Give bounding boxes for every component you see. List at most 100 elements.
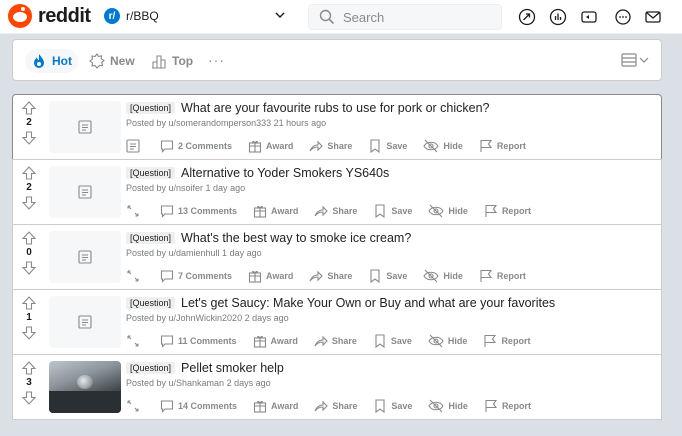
flag-icon [485, 399, 498, 412]
community-switcher[interactable]: r/ r/BBQ [104, 8, 159, 24]
post-flair[interactable]: [Question] [126, 102, 176, 114]
post-card[interactable]: 1 [Question] Let's get Saucy: Make Your … [12, 289, 662, 355]
chat-icon[interactable] [614, 8, 632, 26]
search-box[interactable] [308, 4, 502, 30]
post-flair[interactable]: [Question] [126, 167, 176, 179]
view-layout-toggle[interactable] [621, 53, 649, 67]
bookmark-icon [370, 139, 380, 153]
smoker-knob-image [77, 375, 93, 389]
post-title[interactable]: Let's get Saucy: Make Your Own or Buy an… [181, 296, 555, 310]
expand-arrows-icon [127, 335, 139, 347]
share-button[interactable]: Share [314, 204, 357, 218]
upvote-icon[interactable] [22, 166, 36, 180]
comments-button[interactable]: 11 Comments [160, 334, 237, 348]
post-card[interactable]: 0 [Question] What's the best way to smok… [12, 224, 662, 290]
post-flair[interactable]: [Question] [126, 232, 176, 244]
downvote-icon[interactable] [22, 391, 36, 405]
post-card[interactable]: 2 [Question] Alternative to Yoder Smoker… [12, 159, 662, 225]
upvote-icon[interactable] [22, 101, 36, 115]
expand-button[interactable] [126, 269, 148, 283]
post-content: [Question] Let's get Saucy: Make Your Ow… [126, 296, 653, 323]
hide-button[interactable]: Hide [423, 269, 463, 283]
message-icon[interactable] [644, 8, 662, 26]
post-thumbnail[interactable] [49, 101, 121, 153]
upvote-icon[interactable] [22, 361, 36, 375]
expand-button[interactable] [126, 139, 148, 153]
post-flair[interactable]: [Question] [126, 297, 176, 309]
downvote-icon[interactable] [22, 131, 36, 145]
post-title[interactable]: Pellet smoker help [181, 361, 284, 375]
downvote-icon[interactable] [22, 326, 36, 340]
more-options-button[interactable]: ··· [208, 52, 225, 68]
report-button[interactable]: Report [483, 334, 530, 348]
share-button[interactable]: Share [314, 334, 357, 348]
post-card[interactable]: 3 [Question] Pellet smoker help Posted b… [12, 354, 662, 420]
post-score: 2 [26, 182, 32, 193]
chevron-down-icon[interactable] [275, 10, 285, 20]
award-label: Award [271, 206, 299, 216]
hide-button[interactable]: Hide [428, 399, 468, 413]
share-button[interactable]: Share [309, 269, 352, 283]
save-button[interactable]: Save [368, 139, 407, 153]
vote-column: 3 [13, 355, 45, 419]
comments-button[interactable]: 7 Comments [160, 269, 232, 283]
award-button[interactable]: Award [253, 204, 298, 218]
text-post-icon [78, 120, 92, 134]
eye-slash-icon [428, 334, 444, 348]
sort-top-button[interactable]: Top [145, 49, 199, 73]
post-image-thumbnail[interactable] [49, 361, 121, 413]
award-button[interactable]: Award [253, 399, 298, 413]
comment-icon [160, 205, 174, 218]
expand-button[interactable] [126, 204, 148, 218]
eye-slash-icon [428, 399, 445, 413]
expand-button[interactable] [126, 334, 148, 348]
post-thumbnail[interactable] [49, 296, 121, 348]
post-card[interactable]: 2 [Question] What are your favourite rub… [12, 94, 662, 160]
post-title[interactable]: What's the best way to smoke ice cream? [181, 231, 411, 245]
sort-hot-button[interactable]: Hot [25, 49, 78, 73]
award-button[interactable]: Award [253, 334, 298, 348]
gift-icon [253, 335, 266, 348]
share-button[interactable]: Share [314, 399, 357, 413]
reddit-logo[interactable]: reddit [8, 4, 91, 28]
search-input[interactable] [343, 9, 493, 25]
report-button[interactable]: Report [479, 139, 526, 153]
post-title[interactable]: What are your favourite rubs to use for … [181, 101, 489, 115]
save-button[interactable]: Save [373, 204, 412, 218]
hide-button[interactable]: Hide [428, 334, 467, 348]
post-thumbnail[interactable] [49, 231, 121, 283]
post-content: [Question] Pellet smoker help Posted by … [126, 361, 653, 388]
save-button[interactable]: Save [368, 269, 407, 283]
downvote-icon[interactable] [22, 196, 36, 210]
report-button[interactable]: Report [484, 204, 531, 218]
upvote-icon[interactable] [22, 231, 36, 245]
report-button[interactable]: Report [484, 399, 531, 413]
hide-button[interactable]: Hide [423, 139, 463, 153]
post-thumbnail[interactable] [49, 166, 121, 218]
comments-count: 2 Comments [178, 141, 233, 151]
upvote-icon[interactable] [22, 296, 36, 310]
comments-button[interactable]: 14 Comments [160, 399, 237, 413]
vote-column: 0 [13, 225, 45, 289]
popular-icon[interactable] [518, 8, 536, 26]
save-button[interactable]: Save [373, 334, 412, 348]
award-button[interactable]: Award [248, 269, 293, 283]
sort-bar: Hot New Top ··· [12, 39, 662, 81]
downvote-icon[interactable] [22, 261, 36, 275]
post-flair[interactable]: [Question] [126, 362, 176, 374]
comments-button[interactable]: 13 Comments [160, 204, 237, 218]
video-icon[interactable] [580, 8, 598, 26]
comments-button[interactable]: 2 Comments [160, 139, 232, 153]
sort-new-button[interactable]: New [83, 49, 141, 73]
comment-icon [160, 140, 174, 153]
award-button[interactable]: Award [248, 139, 293, 153]
share-button[interactable]: Share [309, 139, 352, 153]
hide-button[interactable]: Hide [428, 204, 468, 218]
expand-button[interactable] [126, 399, 148, 413]
report-button[interactable]: Report [479, 269, 526, 283]
comments-count: 13 Comments [178, 206, 238, 216]
coins-icon[interactable] [549, 8, 567, 26]
post-title[interactable]: Alternative to Yoder Smokers YS640s [181, 166, 389, 180]
post-score: 1 [26, 312, 32, 323]
save-button[interactable]: Save [373, 399, 412, 413]
